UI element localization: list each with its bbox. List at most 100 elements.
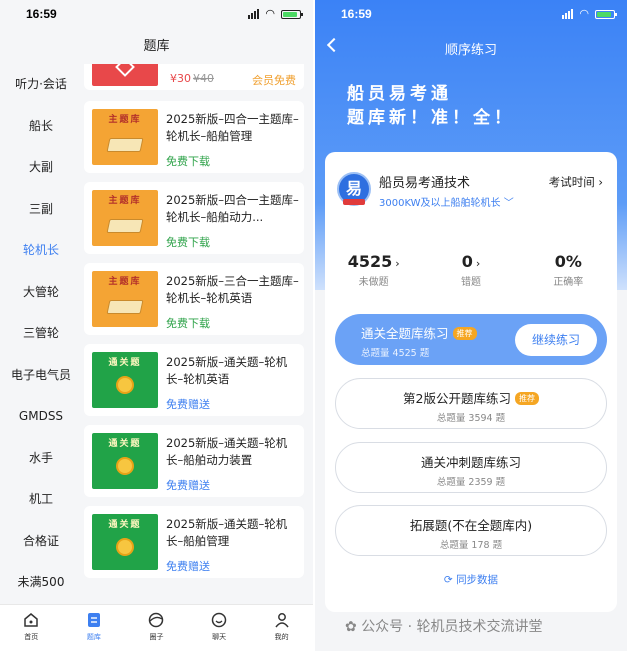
status-time: 16:59 xyxy=(341,7,372,21)
medal-icon xyxy=(116,376,134,394)
circle-icon xyxy=(149,612,164,628)
chevron-right-icon: › xyxy=(594,175,603,189)
banner-line-1: 船员易考通 xyxy=(347,84,452,104)
tab-chat[interactable]: 聊天 xyxy=(188,605,251,651)
banner-line-2: 题库新！准！全！ xyxy=(347,108,515,128)
brand-logo: 易 xyxy=(337,172,371,206)
bottom-tab-bar: 首页 题库 圈子 聊天 我的 xyxy=(0,604,313,651)
sidebar-item-gmdss[interactable]: GMDSS xyxy=(0,396,82,438)
wifi-icon: ◠ xyxy=(579,7,589,20)
card-title: 2025新版–通关题–轮机长–船舶动力装置 xyxy=(166,436,288,467)
chevron-down-icon: ﹀ xyxy=(500,198,514,209)
pass-questions-thumbnail: 通关题 xyxy=(92,352,158,408)
price: ¥30 ¥40 xyxy=(170,72,214,85)
tab-label: 圈子 xyxy=(149,633,164,641)
practice-panel: 易 船员易考通技术 3000KW及以上船舶轮机长 ﹀ 考试时间 › 4525 › … xyxy=(325,152,617,612)
sidebar-item-eto[interactable]: 电子电气员 xyxy=(0,355,82,397)
stats-row: 4525 › 未做题 0 › 错题 0% 正确率 xyxy=(325,252,617,288)
license-selector[interactable]: 3000KW及以上船舶轮机长 ﹀ xyxy=(379,194,514,209)
recommend-badge: 推荐 xyxy=(514,392,539,405)
tab-question-bank[interactable]: 题库 xyxy=(63,605,126,651)
practice-extension-bank[interactable]: 拓展题(不在全题库内) 总题量 178 题 xyxy=(335,505,607,556)
continue-button[interactable]: 继续练习 xyxy=(515,324,597,356)
exam-time-link[interactable]: 考试时间 › xyxy=(549,174,603,190)
medal-icon xyxy=(116,457,134,475)
free-gift-link[interactable]: 免费赠送 xyxy=(166,558,210,574)
list-item[interactable]: 主题库 2025新版–三合一主题库–轮机长–轮机英语 免费下载 xyxy=(84,263,304,335)
card-title: 2025新版–通关题–轮机长–轮机英语 xyxy=(166,355,288,386)
wifi-icon: ◠ xyxy=(265,7,275,20)
stat-wrong[interactable]: 0 › 错题 xyxy=(422,252,519,288)
question-bank-icon xyxy=(87,613,100,627)
chevron-right-icon: › xyxy=(395,257,400,270)
tab-label: 我的 xyxy=(274,633,289,641)
battery-icon xyxy=(281,9,303,19)
page-title: 顺序练习 xyxy=(444,43,497,58)
watermark: ✿ 公众号 · 轮机员技术交流讲堂 xyxy=(345,619,543,635)
book-icon xyxy=(106,138,144,152)
theme-bank-thumbnail: 主题库 xyxy=(92,109,158,165)
sync-data-button[interactable]: ⟳ 同步数据 xyxy=(325,572,617,587)
sidebar-item-under-500[interactable]: 未满500 xyxy=(0,562,82,604)
recommend-badge: 推荐 xyxy=(452,327,477,340)
sidebar-item-chief-engineer[interactable]: 轮机长 xyxy=(0,230,82,272)
sidebar-item-third-officer[interactable]: 三副 xyxy=(0,189,82,231)
list-item[interactable]: 主题库 2025新版–四合一主题库–轮机长–船舶管理 免费下载 xyxy=(84,101,304,173)
card-title: 2025新版–四合一主题库–轮机长–船舶动力... xyxy=(166,193,299,224)
sidebar-item-chief-officer[interactable]: 大副 xyxy=(0,147,82,189)
practice-full-bank[interactable]: 通关全题库练习 推荐 总题量 4525 题 继续练习 xyxy=(335,314,607,365)
free-gift-link[interactable]: 免费赠送 xyxy=(166,477,210,493)
book-icon xyxy=(106,300,144,314)
medal-icon xyxy=(116,538,134,556)
list-item[interactable]: 主题库 2025新版–四合一主题库–轮机长–船舶动力... 免费下载 xyxy=(84,182,304,254)
free-download-link[interactable]: 免费下载 xyxy=(166,153,210,169)
question-bank-screen: 16:59 ◠ 题库 听力·会话 船长 大副 三副 轮机长 大管轮 三管轮 电子… xyxy=(0,0,313,651)
profile-icon xyxy=(275,613,289,628)
sequential-practice-screen: 16:59 ◠ 顺序练习 船员易考通 题库新！准！全！ 易 船员易考通技术 30… xyxy=(315,0,627,651)
list-item[interactable]: 通关题 2025新版–通关题–轮机长–船舶管理 免费赠送 xyxy=(84,506,304,578)
list-item[interactable]: 通关题 2025新版–通关题–轮机长–船舶动力装置 免费赠送 xyxy=(84,425,304,497)
wechat-icon: ✿ xyxy=(345,619,362,635)
free-download-link[interactable]: 免费下载 xyxy=(166,315,210,331)
promo-banner: 船员易考通 题库新！准！全！ xyxy=(347,82,515,130)
theme-bank-thumbnail: 主题库 xyxy=(92,271,158,327)
sidebar-item-sailor[interactable]: 水手 xyxy=(0,438,82,480)
tab-home[interactable]: 首页 xyxy=(0,605,63,651)
tab-label: 聊天 xyxy=(212,633,227,641)
brand-name: 船员易考通技术 xyxy=(379,176,471,191)
tab-profile[interactable]: 我的 xyxy=(250,605,313,651)
sidebar-item-motorman[interactable]: 机工 xyxy=(0,479,82,521)
practice-public-bank[interactable]: 第2版公开题库练习 推荐 总题量 3594 题 xyxy=(335,378,607,429)
signal-icon xyxy=(562,9,574,19)
tab-label: 首页 xyxy=(24,633,39,641)
home-icon xyxy=(24,613,39,627)
list-item[interactable]: ¥30 ¥40 会员免费 xyxy=(84,64,304,90)
chevron-right-icon: › xyxy=(475,257,481,270)
pass-questions-thumbnail: 通关题 xyxy=(92,514,158,570)
old-price: ¥40 xyxy=(193,72,214,85)
question-bank-list: ¥30 ¥40 会员免费 主题库 2025新版–四合一主题库–轮机长–船舶管理 免… xyxy=(84,64,306,604)
chat-icon xyxy=(211,612,227,628)
product-thumbnail xyxy=(92,64,158,86)
sidebar-item-third-engineer[interactable]: 三管轮 xyxy=(0,313,82,355)
tab-label: 题库 xyxy=(86,633,101,641)
category-sidebar: 听力·会话 船长 大副 三副 轮机长 大管轮 三管轮 电子电气员 GMDSS 水… xyxy=(0,64,82,604)
nav-header: 顺序练习 xyxy=(315,30,627,66)
sidebar-item-listening[interactable]: 听力·会话 xyxy=(0,64,82,106)
card-title: 2025新版–通关题–轮机长–船舶管理 xyxy=(166,517,288,548)
member-free-label: 会员免费 xyxy=(252,74,296,87)
stat-undone[interactable]: 4525 › 未做题 xyxy=(325,252,422,288)
status-bar: 16:59 ◠ xyxy=(0,0,313,30)
free-gift-link[interactable]: 免费赠送 xyxy=(166,396,210,412)
tab-circle[interactable]: 圈子 xyxy=(125,605,188,651)
sidebar-item-second-engineer[interactable]: 大管轮 xyxy=(0,272,82,314)
sidebar-item-certificate[interactable]: 合格证 xyxy=(0,521,82,563)
status-time: 16:59 xyxy=(26,7,57,21)
practice-sprint-bank[interactable]: 通关冲刺题库练习 总题量 2359 题 xyxy=(335,442,607,493)
theme-bank-thumbnail: 主题库 xyxy=(92,190,158,246)
free-download-link[interactable]: 免费下载 xyxy=(166,234,210,250)
card-title: 2025新版–三合一主题库–轮机长–轮机英语 xyxy=(166,274,299,305)
sidebar-item-captain[interactable]: 船长 xyxy=(0,106,82,148)
list-item[interactable]: 通关题 2025新版–通关题–轮机长–轮机英语 免费赠送 xyxy=(84,344,304,416)
card-title: 2025新版–四合一主题库–轮机长–船舶管理 xyxy=(166,112,299,143)
